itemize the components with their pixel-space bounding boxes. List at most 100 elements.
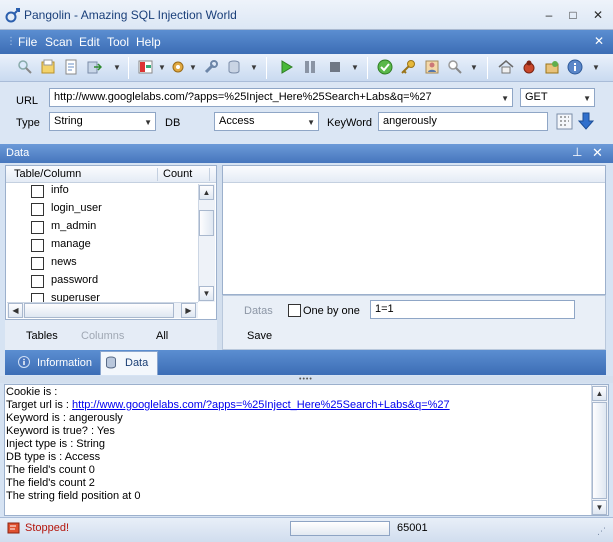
pin-icon[interactable]: ⊥ bbox=[572, 145, 582, 159]
db-value: Access bbox=[219, 115, 255, 127]
find-icon[interactable] bbox=[447, 59, 463, 75]
keyword-input[interactable]: angerously bbox=[378, 112, 548, 131]
log-target-url-link[interactable]: http://www.googlelabs.com/?apps=%25Injec… bbox=[72, 399, 450, 411]
menu-tool[interactable]: Tool bbox=[107, 35, 129, 49]
scroll-up-button[interactable]: ▲ bbox=[199, 185, 214, 200]
menu-close-button[interactable]: ✕ bbox=[594, 34, 604, 48]
stop-dropdown-icon[interactable]: ▼ bbox=[351, 63, 359, 72]
table-checkbox[interactable] bbox=[31, 221, 44, 234]
tab-information[interactable]: Information bbox=[37, 357, 92, 369]
minimize-button[interactable]: – bbox=[541, 8, 557, 22]
open-icon[interactable] bbox=[40, 59, 56, 75]
menu-edit[interactable]: Edit bbox=[79, 35, 100, 49]
table-checkbox[interactable] bbox=[31, 293, 44, 302]
column-header-table[interactable]: Table/Column bbox=[14, 168, 81, 180]
pangolin-app-icon bbox=[5, 8, 20, 23]
one-by-one-checkbox[interactable] bbox=[288, 304, 301, 317]
log-line: The field's count 2 bbox=[6, 477, 95, 489]
chevron-down-icon[interactable]: ▼ bbox=[144, 116, 152, 129]
settings-dropdown-icon[interactable]: ▼ bbox=[189, 63, 197, 72]
save-button[interactable]: Save bbox=[247, 330, 272, 342]
database-icon[interactable] bbox=[226, 59, 242, 75]
tab-columns[interactable]: Columns bbox=[81, 330, 124, 342]
table-name: login_user bbox=[51, 202, 102, 214]
tab-data-label[interactable]: Data bbox=[125, 357, 148, 369]
filter-input[interactable]: 1=1 bbox=[370, 300, 575, 319]
scroll-thumb[interactable] bbox=[592, 402, 607, 499]
toolbar-separator bbox=[487, 57, 488, 79]
resize-grip-icon[interactable]: ⋰ bbox=[597, 526, 606, 537]
url-label: URL bbox=[16, 95, 39, 107]
url-input[interactable]: http://www.googlelabs.com/?apps=%25Injec… bbox=[49, 88, 513, 107]
chevron-down-icon[interactable]: ▼ bbox=[307, 116, 315, 129]
table-checkbox[interactable] bbox=[31, 239, 44, 252]
toolbar-separator bbox=[266, 57, 267, 79]
pause-icon[interactable] bbox=[302, 59, 318, 75]
save-icon[interactable] bbox=[63, 59, 79, 75]
table-checkbox[interactable] bbox=[31, 257, 44, 270]
bug-icon[interactable] bbox=[521, 59, 537, 75]
toolbar-separator bbox=[128, 57, 129, 79]
tab-tables[interactable]: Tables bbox=[26, 330, 58, 342]
package-icon[interactable] bbox=[544, 59, 560, 75]
scroll-left-button[interactable]: ◀ bbox=[8, 303, 23, 318]
data-panel-header bbox=[0, 144, 613, 163]
column-divider bbox=[157, 168, 158, 181]
keyword-value: angerously bbox=[383, 115, 437, 127]
menu-scan[interactable]: Scan bbox=[45, 35, 72, 49]
data-panel-close-button[interactable]: ✕ bbox=[592, 145, 603, 161]
wrench-icon[interactable] bbox=[203, 59, 219, 75]
settings-icon[interactable] bbox=[170, 59, 186, 75]
toolbar-separator bbox=[367, 57, 368, 79]
log-line: Target url is : http://www.googlelabs.co… bbox=[6, 399, 450, 412]
stop-icon[interactable] bbox=[327, 59, 343, 75]
bookmark-icon[interactable] bbox=[138, 59, 154, 75]
status-code: 65001 bbox=[397, 522, 428, 534]
chevron-down-icon[interactable]: ▼ bbox=[501, 92, 509, 105]
menu-help[interactable]: Help bbox=[136, 35, 161, 49]
one-by-one-label[interactable]: One by one bbox=[303, 305, 360, 317]
scroll-up-button[interactable]: ▲ bbox=[592, 386, 607, 401]
menu-file[interactable]: File bbox=[18, 35, 37, 49]
home-icon[interactable] bbox=[498, 59, 514, 75]
check-icon[interactable] bbox=[377, 59, 393, 75]
table-vertical-scrollbar[interactable] bbox=[198, 184, 215, 302]
scroll-right-button[interactable]: ▶ bbox=[181, 303, 196, 318]
info-dropdown-icon[interactable]: ▼ bbox=[592, 63, 600, 72]
arrow-down-icon[interactable] bbox=[578, 112, 594, 130]
keyword-grid-icon[interactable] bbox=[556, 113, 573, 130]
method-select[interactable]: GET ▼ bbox=[520, 88, 595, 107]
type-select[interactable]: String ▼ bbox=[49, 112, 156, 131]
table-checkbox[interactable] bbox=[31, 203, 44, 216]
scroll-thumb[interactable] bbox=[24, 303, 174, 318]
info-icon[interactable] bbox=[567, 59, 583, 75]
play-icon[interactable] bbox=[278, 59, 294, 75]
table-name: news bbox=[51, 256, 77, 268]
url-value: http://www.googlelabs.com/?apps=%25Injec… bbox=[54, 91, 432, 103]
export-dropdown-icon[interactable]: ▼ bbox=[113, 63, 121, 72]
log-line: Keyword is : angerously bbox=[6, 412, 123, 424]
log-line: Keyword is true? : Yes bbox=[6, 425, 115, 437]
find-dropdown-icon[interactable]: ▼ bbox=[470, 63, 478, 72]
table-checkbox[interactable] bbox=[31, 275, 44, 288]
table-checkbox[interactable] bbox=[31, 185, 44, 198]
maximize-button[interactable]: □ bbox=[565, 8, 581, 22]
log-line: Inject type is : String bbox=[6, 438, 106, 450]
scroll-down-button[interactable]: ▼ bbox=[199, 286, 214, 301]
bookmark-dropdown-icon[interactable]: ▼ bbox=[158, 63, 166, 72]
database-icon bbox=[106, 356, 116, 369]
export-icon[interactable] bbox=[86, 59, 102, 75]
column-header-count[interactable]: Count bbox=[163, 168, 192, 180]
scroll-down-button[interactable]: ▼ bbox=[592, 500, 607, 515]
log-line: The string field position at 0 bbox=[6, 490, 141, 502]
tab-all[interactable]: All bbox=[156, 330, 168, 342]
splitter-grip: •••• bbox=[299, 376, 313, 383]
window-close-button[interactable]: ✕ bbox=[590, 8, 606, 22]
key-icon[interactable] bbox=[400, 59, 416, 75]
search-icon[interactable] bbox=[17, 59, 33, 75]
user-icon[interactable] bbox=[424, 59, 440, 75]
chevron-down-icon[interactable]: ▼ bbox=[583, 92, 591, 105]
db-select[interactable]: Access ▼ bbox=[214, 112, 319, 131]
scroll-thumb[interactable] bbox=[199, 210, 214, 236]
database-dropdown-icon[interactable]: ▼ bbox=[250, 63, 258, 72]
